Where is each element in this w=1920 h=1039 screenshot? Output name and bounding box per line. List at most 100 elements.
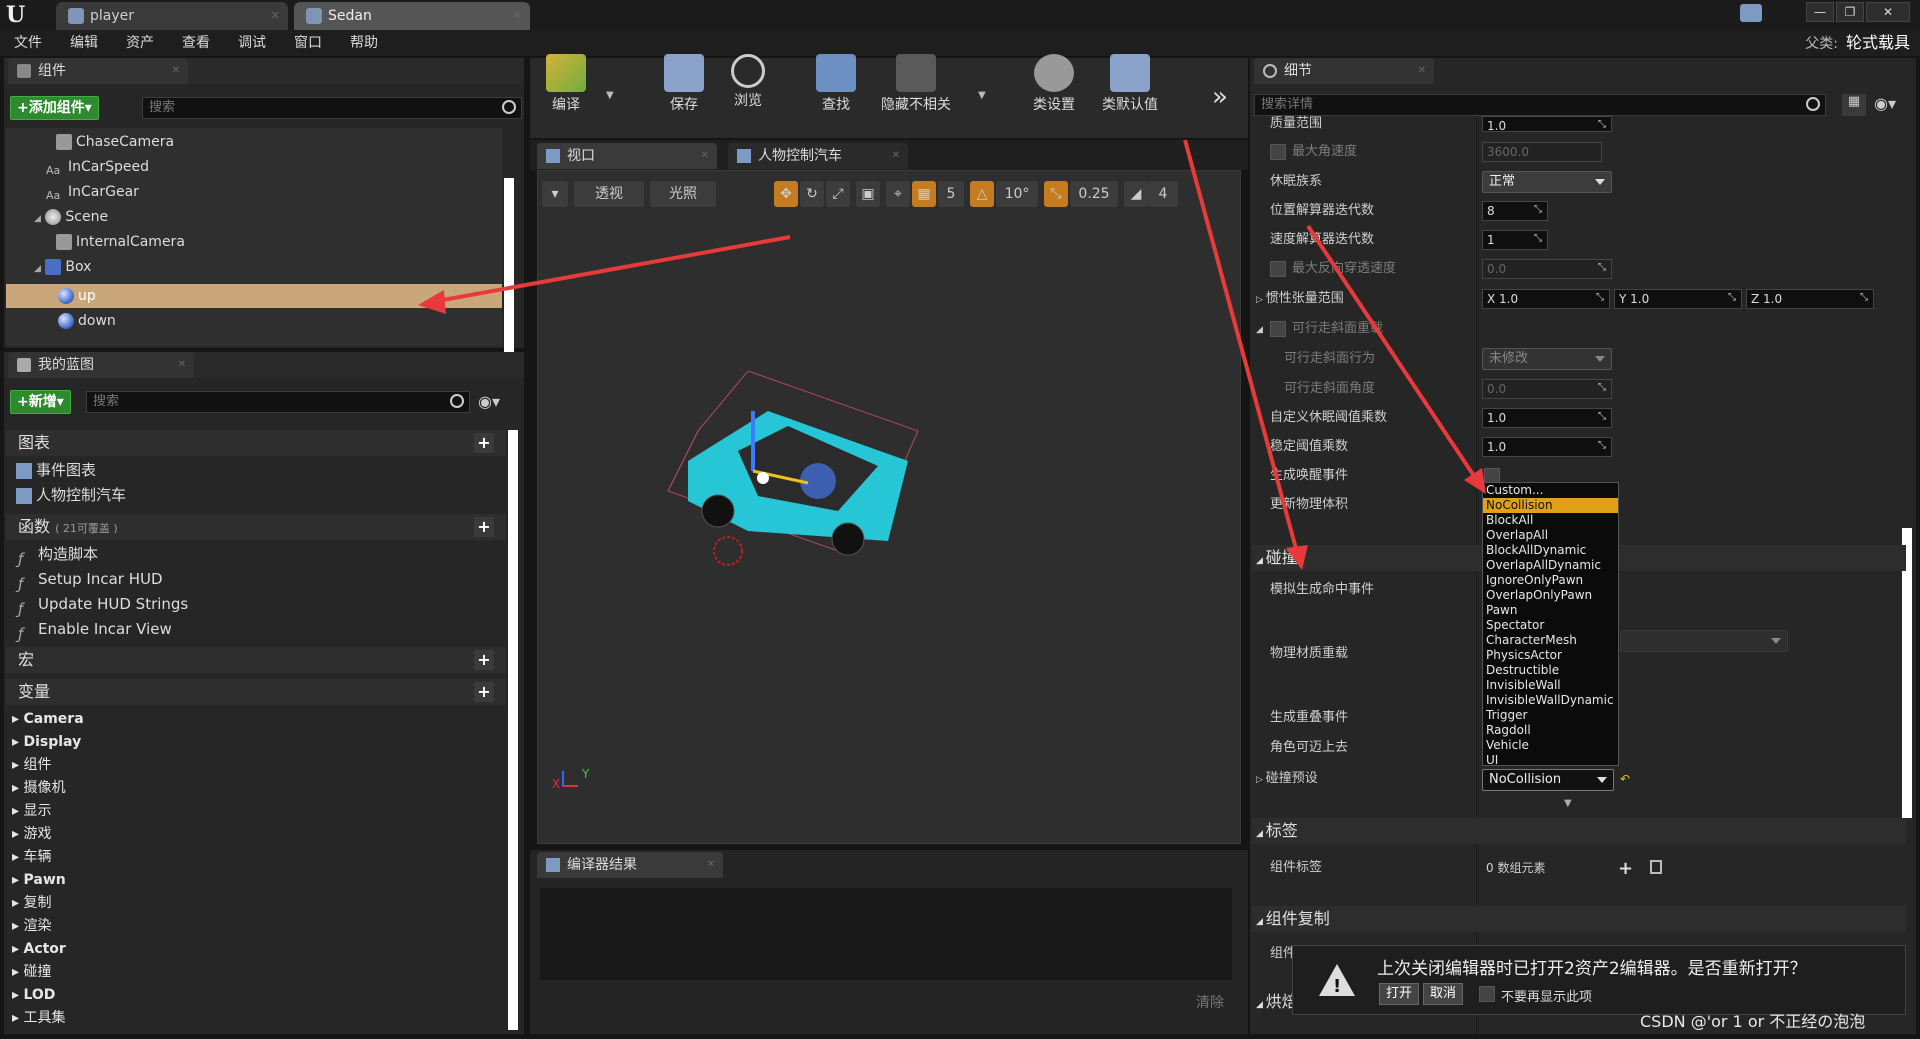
dropdown-option[interactable]: Spectator [1483, 618, 1618, 633]
spinner-icon[interactable]: ⤡ [1598, 119, 1608, 131]
variable-category[interactable]: ▸ LOD [12, 984, 55, 1007]
variable-category[interactable]: ▸ 游戏 [12, 823, 51, 846]
menu-window[interactable]: 窗口 [280, 30, 336, 56]
tree-item-internalcamera[interactable]: InternalCamera [56, 230, 185, 254]
function-item[interactable]: ƒ Enable Incar View [18, 617, 172, 643]
walkable-override-checkbox[interactable] [1270, 321, 1286, 337]
dropdown-option[interactable]: Trigger [1483, 708, 1618, 723]
variable-category[interactable]: ▸ 摄像机 [12, 777, 65, 800]
velocity-iterations-field[interactable]: 1 ⤡ [1482, 230, 1548, 250]
class-defaults-button[interactable]: 类默认值 [1090, 52, 1170, 113]
event-graph-tab[interactable]: 人物控制汽车 ✕ [728, 143, 908, 169]
blueprint-scrollbar[interactable] [508, 430, 518, 1030]
functions-section-header[interactable]: 函数 ( 21可覆盖 ) [6, 514, 506, 540]
feedback-icon[interactable] [1740, 4, 1762, 22]
class-settings-button[interactable]: 类设置 [1022, 52, 1086, 113]
variable-category[interactable]: ▸ Actor [12, 938, 66, 961]
spinner-icon[interactable]: ⤡ [1596, 292, 1606, 304]
scale-snap-icon[interactable]: ⤡ [1044, 181, 1068, 207]
add-macro-button[interactable]: + [474, 650, 494, 670]
tree-item-chasecamera[interactable]: ChaseCamera [56, 130, 174, 154]
add-graph-button[interactable]: + [474, 433, 494, 453]
tags-section-header[interactable] [1252, 818, 1906, 844]
components-search-input[interactable]: 搜索 [142, 97, 522, 119]
property-matrix-icon[interactable]: ▦ [1842, 94, 1866, 116]
menu-asset[interactable]: 资产 [112, 30, 168, 56]
expand-arrow-icon[interactable]: ◢ [34, 264, 41, 274]
compiler-results-tab[interactable]: 编译器结果 ✕ [537, 852, 723, 878]
function-item[interactable]: ƒ 构造脚本 [18, 542, 98, 568]
translate-icon[interactable]: ✥ [774, 181, 798, 207]
add-function-button[interactable]: + [474, 517, 494, 537]
parent-class-link[interactable]: 轮式载具 [1846, 33, 1910, 52]
dropdown-option[interactable]: Destructible [1483, 663, 1618, 678]
menu-view[interactable]: 查看 [168, 30, 224, 56]
save-button[interactable]: 保存 [652, 52, 716, 113]
phys-material-select[interactable] [1620, 630, 1788, 652]
graph-item-vehicle-control[interactable]: 人物控制汽车 [16, 483, 126, 507]
walkable-override-toggle[interactable]: ◢ [1256, 317, 1263, 341]
max-angular-checkbox[interactable] [1270, 144, 1286, 160]
dropdown-option[interactable]: BlockAll [1483, 513, 1618, 528]
collision-preset-label[interactable]: ▷ 碰撞预设 [1256, 767, 1318, 791]
view-options-eye-icon[interactable]: ◉▾ [478, 392, 502, 412]
macros-section-header[interactable]: 宏 [6, 647, 506, 673]
inertia-tensor-label[interactable]: ▷ 惯性张量范围 [1256, 287, 1344, 311]
spinner-icon[interactable]: ⤡ [1534, 204, 1544, 216]
variable-category[interactable]: ▸ 碰撞 [12, 961, 51, 984]
tree-item-up[interactable]: up [58, 284, 96, 308]
tree-item-down[interactable]: down [58, 309, 116, 333]
walkable-angle-field[interactable]: 0.0 ⤡ [1482, 379, 1612, 399]
document-tab-player[interactable]: player ✕ [56, 2, 288, 30]
more-tools-chevron-icon[interactable]: » [1212, 82, 1228, 112]
components-tab[interactable]: 组件 ✕ [8, 58, 188, 84]
blueprint-search-input[interactable]: 搜索 [86, 391, 470, 413]
rotation-snap-value[interactable]: 10° [996, 181, 1038, 207]
grid-size-value[interactable]: 5 [938, 181, 964, 207]
replication-section-header[interactable] [1252, 906, 1906, 932]
spinner-icon[interactable]: ⤡ [1598, 440, 1608, 452]
variable-category[interactable]: ▸ Pawn [12, 869, 66, 892]
menu-file[interactable]: 文件 [0, 30, 56, 56]
rotate-icon[interactable]: ↻ [800, 181, 824, 207]
add-component-button[interactable]: +添加组件▾ [10, 96, 99, 120]
spinner-icon[interactable]: ⤡ [1534, 233, 1544, 245]
graphs-section-header[interactable]: 图表 [6, 430, 506, 456]
dropdown-option[interactable]: IgnoreOnlyPawn [1483, 573, 1618, 588]
minimize-button[interactable]: — [1806, 2, 1834, 22]
tree-item-box[interactable]: ◢ Box [34, 255, 91, 279]
sleep-family-select[interactable]: 正常 [1482, 171, 1612, 193]
spinner-icon[interactable]: ⤡ [1598, 411, 1608, 423]
walkable-behavior-select[interactable]: 未修改 [1482, 348, 1612, 370]
world-local-icon[interactable]: ▣ [856, 181, 880, 207]
camera-speed-icon[interactable]: ◢ [1124, 181, 1148, 207]
menu-debug[interactable]: 调试 [224, 30, 280, 56]
add-new-button[interactable]: +新增▾ [10, 390, 71, 414]
vehicle-preview[interactable] [658, 371, 978, 631]
dropdown-option[interactable]: CharacterMesh [1483, 633, 1618, 648]
lighting-button[interactable]: 光照 [650, 181, 716, 207]
spinner-icon[interactable]: ⤡ [1860, 292, 1870, 304]
camera-speed-value[interactable]: 4 [1148, 181, 1178, 207]
inertia-x-field[interactable]: X 1.0 ⤡ [1482, 289, 1610, 309]
menu-help[interactable]: 帮助 [336, 30, 392, 56]
variable-category[interactable]: ▸ 渲染 [12, 915, 51, 938]
spinner-icon[interactable]: ⤡ [1598, 382, 1608, 394]
advanced-expand-chevron-icon[interactable]: ▼ [1564, 798, 1572, 809]
close-icon[interactable]: ✕ [707, 852, 715, 878]
close-icon[interactable]: ✕ [701, 143, 709, 169]
details-scrollbar[interactable] [1902, 528, 1912, 818]
browse-button[interactable]: 浏览 [716, 52, 780, 110]
viewport-options-button[interactable]: ▾ [542, 181, 568, 207]
dropdown-option[interactable]: OverlapAllDynamic [1483, 558, 1618, 573]
details-search-input[interactable]: 搜索详情 [1254, 94, 1826, 116]
variable-category[interactable]: ▸ 显示 [12, 800, 51, 823]
add-variable-button[interactable]: + [474, 682, 494, 702]
dropdown-option[interactable]: UI [1483, 753, 1618, 768]
maximize-button[interactable]: ❐ [1836, 2, 1864, 22]
hide-unrelated-button[interactable]: 隐藏不相关 [874, 52, 958, 113]
close-icon[interactable]: ✕ [1418, 58, 1426, 84]
dropdown-option[interactable]: Pawn [1483, 603, 1618, 618]
variables-section-header[interactable]: 变量 [6, 679, 506, 705]
variable-category[interactable]: ▸ 车辆 [12, 846, 51, 869]
